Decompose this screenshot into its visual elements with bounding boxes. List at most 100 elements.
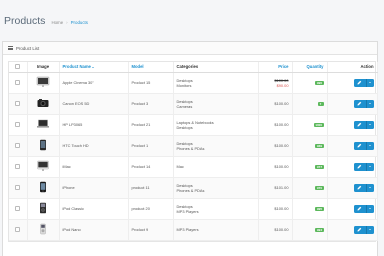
row-checkbox[interactable] <box>15 100 21 106</box>
product-quantity-cell: 994 <box>292 219 328 241</box>
pencil-icon <box>357 164 362 169</box>
product-model: Product 1 <box>128 135 174 157</box>
apple-cinema-display-thumbnail <box>36 76 50 88</box>
column-header-image: Image <box>27 62 60 73</box>
product-name: HTC Touch HD <box>59 135 129 157</box>
column-header-model[interactable]: Model <box>128 62 174 73</box>
action-dropdown-button[interactable] <box>365 204 374 213</box>
row-checkbox[interactable] <box>15 163 21 169</box>
quantity-badge: 7 <box>317 101 324 107</box>
product-price: $100.00 <box>258 93 293 115</box>
quantity-badge: 939 <box>315 143 324 149</box>
action-dropdown-button[interactable] <box>365 183 374 192</box>
edit-button[interactable] <box>353 99 366 108</box>
product-image-cell <box>27 219 60 241</box>
edit-button[interactable] <box>353 183 366 192</box>
column-header-price[interactable]: Price <box>258 62 293 73</box>
caret-down-icon <box>369 229 371 230</box>
breadcrumb-products[interactable]: Products <box>71 20 88 25</box>
edit-button[interactable] <box>353 225 366 234</box>
caret-down-icon <box>369 145 371 146</box>
table-row: iPhone product 11 Desktops Phones & PDAs … <box>9 177 378 199</box>
select-all-checkbox[interactable] <box>15 63 21 69</box>
product-categories: Desktops Cameras <box>173 93 259 115</box>
edit-button[interactable] <box>353 204 366 213</box>
quantity-badge: 1000 <box>313 122 324 128</box>
product-quantity-cell: 7 <box>292 93 328 115</box>
product-image-cell <box>27 198 60 220</box>
product-price: $100.00 <box>258 198 293 220</box>
row-actions <box>327 135 378 157</box>
action-button-group <box>353 162 374 171</box>
row-select-cell <box>9 114 28 136</box>
edit-button[interactable] <box>353 120 366 129</box>
product-name: Apple Cinema 30" <box>59 72 129 94</box>
action-dropdown-button[interactable] <box>365 78 374 87</box>
breadcrumb-home[interactable]: Home <box>51 20 63 25</box>
pencil-icon <box>357 122 362 127</box>
caret-down-icon <box>369 124 371 125</box>
caret-down-icon <box>369 103 371 104</box>
row-checkbox[interactable] <box>15 205 21 211</box>
row-checkbox[interactable] <box>15 142 21 148</box>
category-label: Mac <box>176 164 184 169</box>
product-quantity-cell: 995 <box>292 198 328 220</box>
column-header-name[interactable]: Product Name <box>59 62 129 73</box>
row-actions <box>327 177 378 199</box>
row-select-cell <box>9 93 28 115</box>
action-button-group <box>353 78 374 87</box>
sort-asc-icon <box>91 66 94 68</box>
product-model: Product 14 <box>128 156 174 178</box>
product-table: Image Product Name Model Categories Pric… <box>8 61 378 242</box>
imac-thumbnail <box>36 160 50 172</box>
row-actions <box>327 198 378 220</box>
product-model: Product 15 <box>128 72 174 94</box>
action-dropdown-button[interactable] <box>365 162 374 171</box>
row-select-cell <box>9 135 28 157</box>
row-select-cell <box>9 177 28 199</box>
category-label: MP3 Players <box>176 227 199 232</box>
row-select-cell <box>9 198 28 220</box>
product-categories: MP3 Players <box>173 219 259 241</box>
row-actions <box>327 156 378 178</box>
row-checkbox[interactable] <box>15 121 21 127</box>
pencil-icon <box>357 185 362 190</box>
row-checkbox[interactable] <box>15 226 21 232</box>
product-price: $100.00 $90.00 <box>258 72 293 94</box>
product-quantity-cell: 990 <box>292 72 328 94</box>
product-image-cell <box>27 114 60 136</box>
edit-button[interactable] <box>353 78 366 87</box>
edit-button[interactable] <box>353 141 366 150</box>
panel-heading: Product List <box>3 42 377 55</box>
action-dropdown-button[interactable] <box>365 225 374 234</box>
product-name: iMac <box>59 156 129 178</box>
pencil-icon <box>357 101 362 106</box>
column-header-quantity[interactable]: Quantity <box>292 62 328 73</box>
product-image-cell <box>27 93 60 115</box>
quantity-badge: 970 <box>315 185 324 191</box>
table-row: Apple Cinema 30" Product 15 Desktops Moni… <box>9 72 378 94</box>
product-categories: Desktops Phones & PDAs <box>173 177 259 199</box>
action-dropdown-button[interactable] <box>365 99 374 108</box>
product-model: Product 9 <box>128 219 174 241</box>
quantity-badge: 994 <box>315 227 324 233</box>
caret-down-icon <box>369 208 371 209</box>
column-header-category: Categories <box>173 62 259 73</box>
table-row: HTC Touch HD Product 1 Desktops Phones & … <box>9 135 378 157</box>
column-header-action: Action <box>327 62 378 73</box>
action-dropdown-button[interactable] <box>365 120 374 129</box>
table-row: iPod Nano Product 9 MP3 Players $100.00 … <box>9 219 378 241</box>
pencil-icon <box>357 227 362 232</box>
row-checkbox[interactable] <box>15 79 21 85</box>
action-dropdown-button[interactable] <box>365 141 374 150</box>
category-label: Phones & PDAs <box>176 187 205 193</box>
edit-button[interactable] <box>353 162 366 171</box>
product-price: $101.00 <box>258 177 293 199</box>
row-checkbox[interactable] <box>15 184 21 190</box>
product-categories: Desktops MP3 Players <box>173 198 259 220</box>
table-header-row: Image Product Name Model Categories Pric… <box>9 62 378 73</box>
breadcrumb: Home › Products <box>51 20 88 25</box>
action-button-group <box>353 225 374 234</box>
row-select-cell <box>9 219 28 241</box>
ipod-classic-thumbnail <box>36 202 50 214</box>
